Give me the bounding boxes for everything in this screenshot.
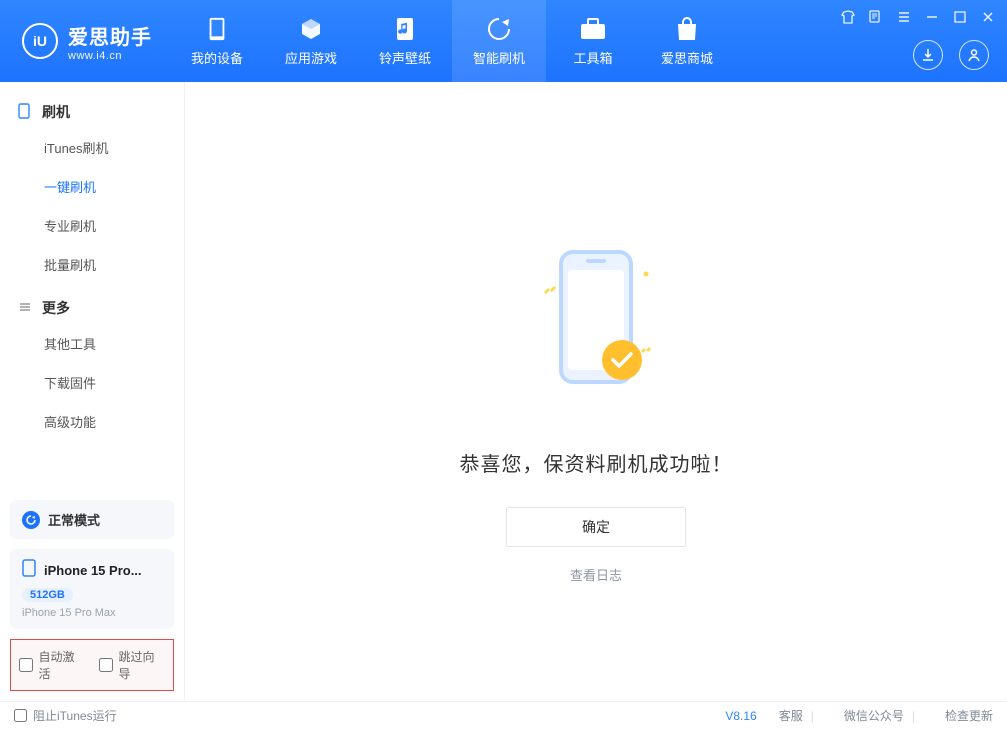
nav-label: 工具箱 [573,48,612,67]
phone-icon [202,16,232,42]
window-controls [839,8,997,26]
ok-button[interactable]: 确定 [506,507,686,547]
minimize-icon[interactable] [923,8,941,26]
refresh-icon [484,16,514,42]
nav-flash[interactable]: 智能刷机 [452,0,546,82]
device-model: iPhone 15 Pro Max [22,607,162,619]
header-right [913,40,989,70]
skip-wizard-checkbox[interactable]: 跳过向导 [99,648,165,682]
maximize-icon[interactable] [951,8,969,26]
device-name: iPhone 15 Pro... [44,563,142,578]
auto-activate-input[interactable] [19,658,33,672]
auto-activate-checkbox[interactable]: 自动激活 [19,648,85,682]
music-icon [390,16,420,42]
app-url: www.i4.cn [68,50,152,62]
nav-apps[interactable]: 应用游戏 [264,0,358,82]
skip-wizard-input[interactable] [99,658,113,672]
link-update[interactable]: 检查更新 [945,707,993,724]
opt1-label: 自动激活 [39,648,85,682]
sidebar-item-itunes-flash[interactable]: iTunes刷机 [0,128,184,167]
nav-label: 我的设备 [191,48,243,67]
download-icon [920,47,936,63]
device-phone-icon [22,559,36,582]
block-itunes-input[interactable] [14,709,27,722]
cube-icon [296,16,326,42]
header: iU 爱思助手 www.i4.cn 我的设备 应用游戏 铃声壁纸 [0,0,1007,82]
status-card[interactable]: 正常模式 [10,500,174,539]
sidebar-item-pro-flash[interactable]: 专业刷机 [0,206,184,245]
sidebar: 刷机 iTunes刷机 一键刷机 专业刷机 批量刷机 更多 其他工具 下载固件 … [0,82,185,701]
sidebar-group-flash[interactable]: 刷机 [0,96,184,128]
user-icon [966,47,982,63]
storage-badge: 512GB [22,588,73,602]
app-name: 爱思助手 [68,21,152,50]
footer: 阻止iTunes运行 V8.16 客服 | 微信公众号 | 检查更新 [0,701,1007,729]
sidebar-item-advanced[interactable]: 高级功能 [0,402,184,441]
nav-tools[interactable]: 工具箱 [546,0,640,82]
status-label: 正常模式 [48,510,100,529]
view-log-link[interactable]: 查看日志 [570,565,622,584]
link-support[interactable]: 客服 [779,707,803,724]
nav-label: 铃声壁纸 [379,48,431,67]
nav-store[interactable]: 爱思商城 [640,0,734,82]
nav-ringtones[interactable]: 铃声壁纸 [358,0,452,82]
status-icon [22,511,40,529]
block-itunes-label: 阻止iTunes运行 [33,707,117,724]
link-wechat[interactable]: 微信公众号 [844,707,904,724]
opt2-label: 跳过向导 [119,648,165,682]
sidebar-group-label: 更多 [42,298,70,318]
logo: iU 爱思助手 www.i4.cn [0,21,170,62]
sidebar-group-more[interactable]: 更多 [0,292,184,324]
close-icon[interactable] [979,8,997,26]
skin-icon[interactable] [839,8,857,26]
more-icon [18,300,34,317]
sidebar-item-other-tools[interactable]: 其他工具 [0,324,184,363]
svg-text:iU: iU [33,33,47,49]
menu-icon[interactable] [895,8,913,26]
nav-my-device[interactable]: 我的设备 [170,0,264,82]
success-message: 恭喜您，保资料刷机成功啦！ [460,448,733,477]
account-button[interactable] [959,40,989,70]
main: 恭喜您，保资料刷机成功啦！ 确定 查看日志 [185,82,1007,701]
feedback-icon[interactable] [867,8,885,26]
nav: 我的设备 应用游戏 铃声壁纸 智能刷机 工具箱 [170,0,734,82]
toolbox-icon [578,16,608,42]
sidebar-group-label: 刷机 [42,102,70,122]
phone-small-icon [18,103,34,122]
success-illustration [526,242,666,422]
options-box: 自动激活 跳过向导 [10,639,174,691]
logo-icon: iU [22,23,58,59]
sidebar-item-oneclick-flash[interactable]: 一键刷机 [0,167,184,206]
version: V8.16 [725,709,756,723]
nav-label: 爱思商城 [661,48,713,67]
nav-label: 应用游戏 [285,48,337,67]
bag-icon [672,16,702,42]
device-card[interactable]: iPhone 15 Pro... 512GB iPhone 15 Pro Max [10,549,174,629]
sidebar-item-batch-flash[interactable]: 批量刷机 [0,245,184,284]
nav-label: 智能刷机 [473,48,525,67]
sidebar-item-download-fw[interactable]: 下载固件 [0,363,184,402]
logo-mark-icon: iU [30,31,50,51]
block-itunes-checkbox[interactable]: 阻止iTunes运行 [14,707,117,724]
download-button[interactable] [913,40,943,70]
